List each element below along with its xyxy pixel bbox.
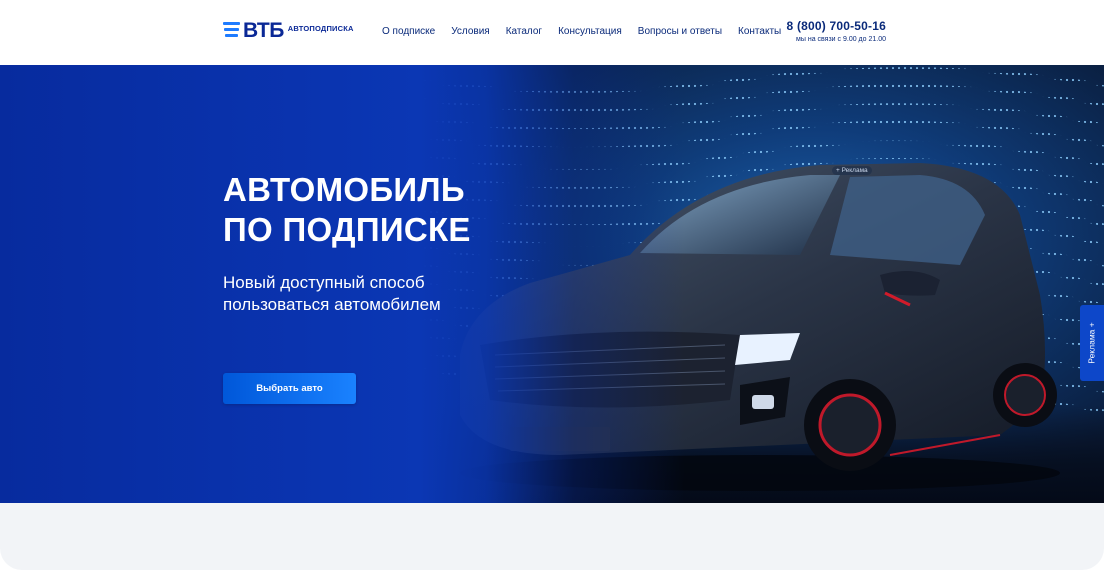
hero-text-block: АВТОМОБИЛЬ ПО ПОДПИСКЕ Новый доступный с… <box>223 170 471 316</box>
phone-number[interactable]: 8 (800) 700-50-16 <box>787 19 886 33</box>
nav-item-conditions[interactable]: Условия <box>451 26 490 37</box>
nav-item-about[interactable]: О подписке <box>382 26 435 37</box>
ad-side-tab[interactable]: Реклама + <box>1080 305 1104 381</box>
hero-banner: АВТОМОБИЛЬ ПО ПОДПИСКЕ Новый доступный с… <box>0 65 1104 503</box>
hero-gradient-overlay <box>0 65 1104 503</box>
vtb-stripes-icon <box>223 22 240 38</box>
hero-title: АВТОМОБИЛЬ ПО ПОДПИСКЕ <box>223 171 471 248</box>
site-header: ВТБ АВТОПОДПИСКА О подписке Условия Ката… <box>0 0 1104 65</box>
logo-text: ВТБ <box>243 19 284 42</box>
contact-block: 8 (800) 700-50-16 мы на связи с 9.00 до … <box>787 19 886 43</box>
ad-marker[interactable]: + Реклама <box>832 166 872 175</box>
next-section-strip <box>0 503 1104 570</box>
page-frame: ВТБ АВТОПОДПИСКА О подписке Условия Ката… <box>0 0 1104 570</box>
ad-side-tab-label: Реклама + <box>1087 322 1098 364</box>
nav-item-contacts[interactable]: Контакты <box>738 26 781 37</box>
logo-subtitle: АВТОПОДПИСКА <box>287 24 354 33</box>
main-nav: О подписке Условия Каталог Консультация … <box>382 26 781 37</box>
choose-car-button[interactable]: Выбрать авто <box>223 373 356 404</box>
nav-item-consultation[interactable]: Консультация <box>558 26 622 37</box>
vtb-logo[interactable]: ВТБ АВТОПОДПИСКА <box>223 20 354 44</box>
nav-item-faq[interactable]: Вопросы и ответы <box>638 26 722 37</box>
hero-subtitle: Новый доступный способ пользоваться авто… <box>223 273 441 314</box>
nav-item-catalog[interactable]: Каталог <box>506 26 542 37</box>
working-hours: мы на связи с 9.00 до 21.00 <box>796 36 886 43</box>
